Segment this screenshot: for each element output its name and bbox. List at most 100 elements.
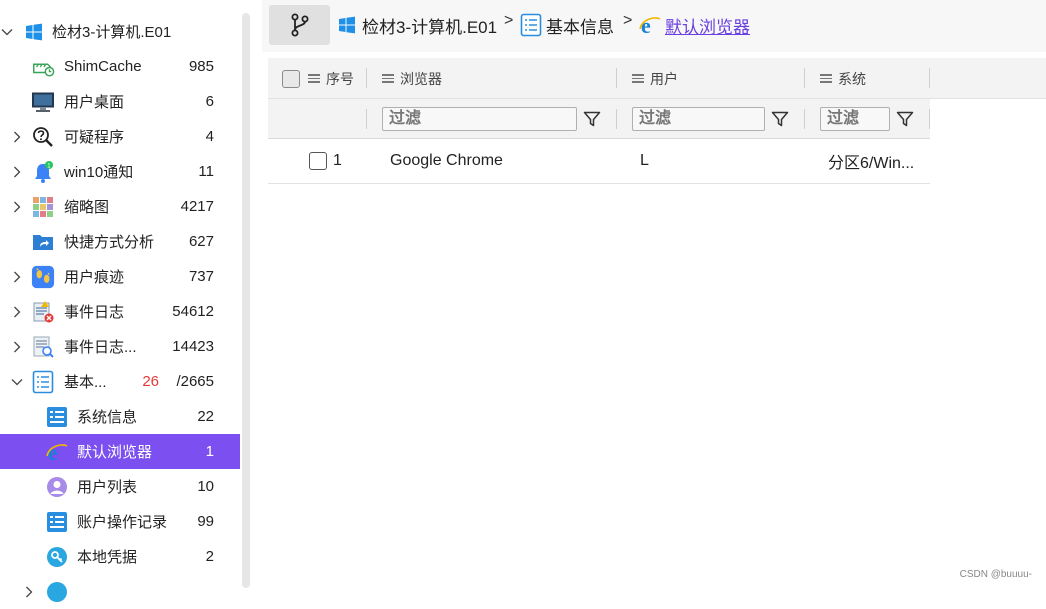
filter-input-user[interactable]: 过滤 xyxy=(632,107,765,131)
sidebar-item[interactable]: 用户桌面6 xyxy=(0,84,240,119)
svg-text:e: e xyxy=(48,441,58,463)
desktop-monitor-icon xyxy=(31,90,55,114)
sidebar-item-count: 4217 xyxy=(181,198,214,215)
filter-input-system[interactable]: 过滤 xyxy=(820,107,890,131)
column-label: 序号 xyxy=(326,69,354,89)
sidebar-item[interactable]: e默认浏览器1 xyxy=(0,434,240,469)
sidebar-item-label: ShimCache xyxy=(64,58,142,75)
column-divider[interactable] xyxy=(616,68,617,88)
sidebar-item-label: 系统信息 xyxy=(77,406,137,427)
chevron-right-icon[interactable] xyxy=(10,130,24,144)
row-checkbox[interactable] xyxy=(309,152,327,170)
sidebar-item[interactable]: 缩略图4217 xyxy=(0,189,240,224)
sidebar-item-count: 6 xyxy=(206,93,214,110)
sidebar-item-label: 可疑程序 xyxy=(64,126,124,147)
column-header-user[interactable]: 用户 xyxy=(632,58,678,99)
filter-funnel-icon[interactable] xyxy=(581,108,603,130)
column-divider[interactable] xyxy=(929,68,930,88)
column-header-system[interactable]: 系统 xyxy=(820,58,866,99)
filter-funnel-icon[interactable] xyxy=(894,108,916,130)
sidebar-item-count: 22 xyxy=(197,408,214,425)
sidebar-item-label: win10通知 xyxy=(64,161,133,182)
account-log-icon xyxy=(45,510,69,534)
cell-browser: Google Chrome xyxy=(390,139,503,183)
sidebar-item[interactable] xyxy=(0,574,240,609)
breadcrumb-label-basic-info: 基本信息 xyxy=(546,13,614,38)
column-menu-icon[interactable] xyxy=(382,74,394,83)
chevron-right-icon[interactable] xyxy=(10,165,24,179)
user-avatar-icon xyxy=(45,475,69,499)
event-log-error-icon xyxy=(31,300,55,324)
sidebar-item-label: 事件日志... xyxy=(64,336,137,357)
sidebar-item-label: 检材3-计算机.E01 xyxy=(52,21,171,42)
column-label: 系统 xyxy=(838,69,866,89)
breadcrumb-separator: > xyxy=(623,12,632,30)
column-divider xyxy=(804,109,805,129)
column-header-browser[interactable]: 浏览器 xyxy=(382,58,442,99)
breadcrumb-separator: > xyxy=(504,12,513,30)
column-menu-icon[interactable] xyxy=(632,74,644,83)
sidebar-item[interactable]: 账户操作记录99 xyxy=(0,504,240,539)
filter-funnel-icon[interactable] xyxy=(769,108,791,130)
chevron-right-icon[interactable] xyxy=(22,585,36,599)
sidebar-item-label: 用户列表 xyxy=(77,476,137,497)
chevron-down-icon[interactable] xyxy=(0,25,14,39)
sidebar-item-count: 985 xyxy=(189,58,214,75)
chevron-right-icon[interactable] xyxy=(10,200,24,214)
sidebar-item-count: 1 xyxy=(206,443,214,460)
sidebar-item[interactable]: 检材3-计算机.E01 xyxy=(0,14,240,49)
watermark: CSDN @buuuu- xyxy=(960,569,1032,580)
sidebar-item-count: 4 xyxy=(206,128,214,145)
column-divider xyxy=(616,109,617,129)
sidebar-item[interactable]: 可疑程序 4 xyxy=(0,119,240,154)
sidebar-item-count: 627 xyxy=(189,233,214,250)
breadcrumb-item-default-browser[interactable]: e 默认浏览器 xyxy=(639,12,750,38)
filter-row: 过滤 过滤 过滤 xyxy=(268,99,930,139)
select-all-checkbox[interactable] xyxy=(282,70,300,88)
breadcrumb-bar: 检材3-计算机.E01 > 基本信息 > e 默认浏览器 xyxy=(262,0,1046,52)
column-header-index[interactable]: 序号 xyxy=(282,58,354,99)
table-header: 序号 浏览器 用户 系统 xyxy=(268,58,1046,99)
sidebar-item[interactable]: 事件日志...14423 xyxy=(0,329,240,364)
row-select-cell[interactable]: 1 xyxy=(309,139,342,183)
cell-system: 分区6/Win... xyxy=(828,139,914,183)
filter-input-browser[interactable]: 过滤 xyxy=(382,107,577,131)
chevron-right-icon[interactable] xyxy=(10,305,24,319)
column-divider[interactable] xyxy=(366,68,367,88)
sidebar-item[interactable]: 系统信息 22 xyxy=(0,399,240,434)
sidebar-item-label: 快捷方式分析 xyxy=(64,231,154,252)
chevron-down-icon[interactable] xyxy=(10,375,24,389)
sidebar-item-label: 用户痕迹 xyxy=(64,266,124,287)
chevron-right-icon[interactable] xyxy=(10,340,24,354)
sidebar-item[interactable]: 事件日志54612 xyxy=(0,294,240,329)
sidebar-item-count: 737 xyxy=(189,268,214,285)
list-document-icon xyxy=(31,370,55,394)
sidebar-item[interactable]: 快捷方式分析 627 xyxy=(0,224,240,259)
table-row[interactable]: 1 Google Chrome L 分区6/Win... xyxy=(268,139,930,184)
shortcut-folder-icon xyxy=(31,230,55,254)
partial-item-icon xyxy=(45,580,69,604)
ie-browser-icon: e xyxy=(639,14,661,36)
column-divider xyxy=(366,109,367,129)
sidebar-item[interactable]: ShimCache 985 xyxy=(0,49,240,84)
sidebar-scrollbar[interactable] xyxy=(242,13,250,588)
sidebar-item[interactable]: 基本...26/2665 xyxy=(0,364,240,399)
branch-view-button[interactable] xyxy=(269,5,330,45)
chevron-right-icon[interactable] xyxy=(10,270,24,284)
column-menu-icon[interactable] xyxy=(820,74,832,83)
column-divider[interactable] xyxy=(804,68,805,88)
sidebar-item[interactable]: 用户痕迹 737 xyxy=(0,259,240,294)
data-table: 序号 浏览器 用户 系统 过滤 过滤 过滤 xyxy=(268,58,1046,184)
sidebar-item-label: 基本... xyxy=(64,371,107,392)
sidebar-item-count-highlight: 26 xyxy=(142,373,159,390)
sidebar-item-count: 54612 xyxy=(172,303,214,320)
breadcrumb-item-basic-info[interactable]: 基本信息 xyxy=(520,12,614,38)
breadcrumb-item-root[interactable]: 检材3-计算机.E01 xyxy=(336,12,497,38)
sidebar-item[interactable]: 用户列表10 xyxy=(0,469,240,504)
breadcrumb-label-root: 检材3-计算机.E01 xyxy=(362,13,497,38)
sidebar-item[interactable]: 本地凭据2 xyxy=(0,539,240,574)
column-menu-icon[interactable] xyxy=(308,74,320,83)
shimcache-icon xyxy=(31,55,55,79)
windows-logo-icon xyxy=(22,20,46,44)
sidebar-item[interactable]: 1win10通知11 xyxy=(0,154,240,189)
